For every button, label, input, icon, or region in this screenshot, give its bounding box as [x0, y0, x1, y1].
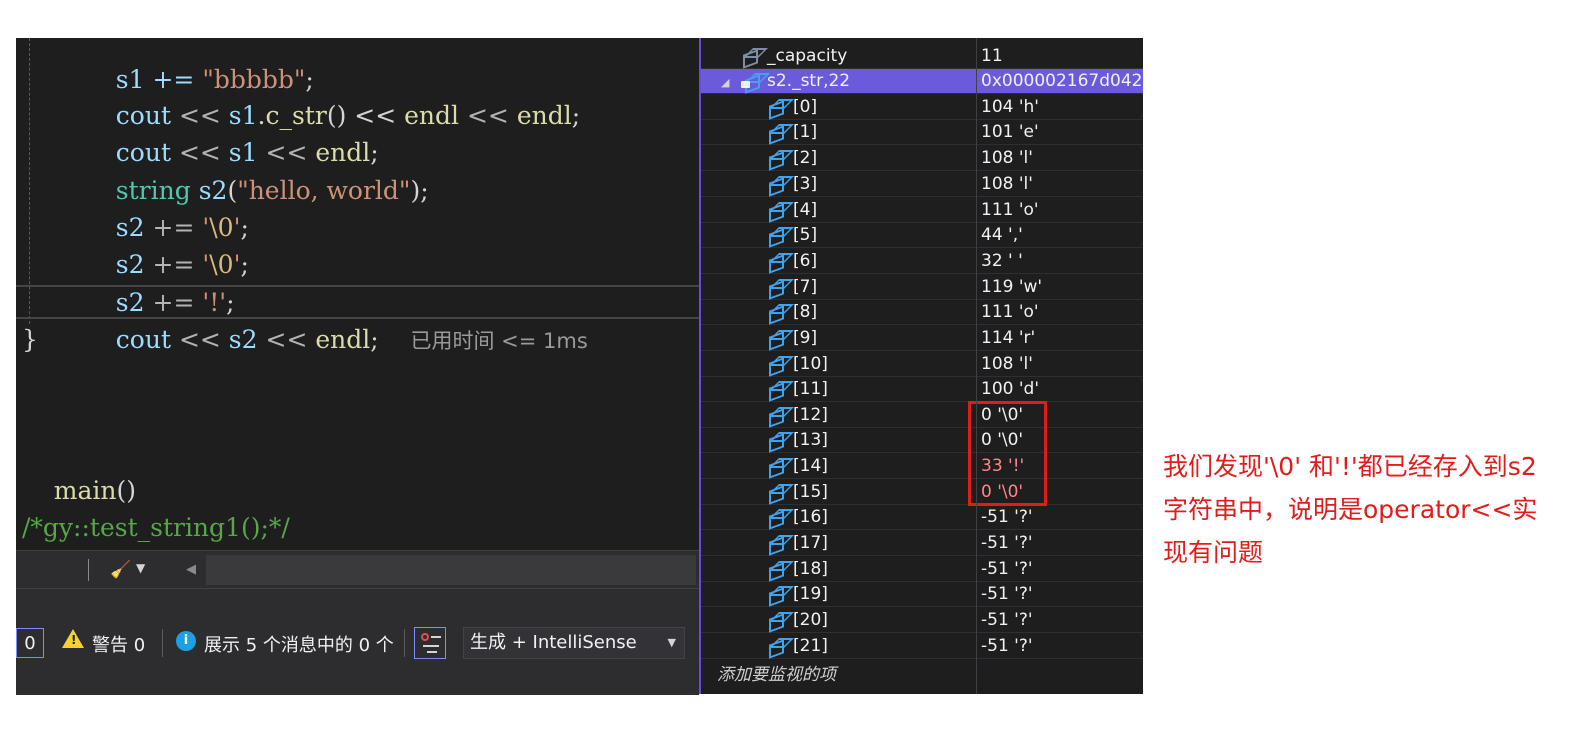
warning-count-button[interactable]: 警告 0	[92, 631, 145, 657]
messages-count-button[interactable]: 展示 5 个消息中的 0 个	[204, 631, 394, 657]
watch-row-element[interactable]: [11] 100 'd'	[701, 377, 1143, 402]
code-cleanup-brush-icon[interactable]: 🧹	[110, 560, 131, 580]
collapse-triangle-icon[interactable]: ◢	[721, 70, 729, 95]
field-icon	[741, 47, 768, 69]
filter-icon[interactable]	[414, 627, 446, 659]
code-line-comment[interactable]: /*gy::test_string1();*/	[22, 509, 290, 546]
watch-row-element[interactable]: [7] 119 'w'	[701, 275, 1143, 300]
red-highlight-box	[968, 401, 1047, 506]
watch-row-element[interactable]: [8] 111 'o'	[701, 300, 1143, 325]
element-icon	[767, 560, 794, 582]
watch-row-element[interactable]: [14] 33 '!'	[701, 454, 1143, 479]
watch-row-element[interactable]: [2] 108 'l'	[701, 146, 1143, 171]
error-list-bar: 0 ! 警告 0 i 展示 5 个消息中的 0 个 生成 + IntelliSe…	[16, 588, 699, 695]
watch-row-element[interactable]: [3] 108 'l'	[701, 172, 1143, 197]
watch-row-element[interactable]: [19] -51 '?'	[701, 582, 1143, 607]
separator	[404, 629, 405, 657]
code-line-8[interactable]: cout << s2 << endl; 已用时间 <= 1ms	[84, 284, 588, 354]
code-editor[interactable]: s1 += "bbbbb"; cout << s1.c_str() << end…	[16, 38, 699, 588]
element-icon	[767, 278, 794, 300]
code-line-2[interactable]: cout << s1.c_str() << endl << endl;	[84, 60, 580, 130]
watch-row-element[interactable]: [12] 0 '\0'	[701, 403, 1143, 428]
annotation-text: 我们发现'\0' 和'!'都已经存入到s2 字符串中，说明是operator<<…	[1163, 452, 1538, 567]
info-icon: i	[176, 631, 196, 651]
element-icon	[767, 585, 794, 607]
horizontal-scrollbar[interactable]	[206, 555, 696, 585]
code-line-7[interactable]: s2 += '!';	[84, 247, 235, 317]
watch-row-element[interactable]: [21] -51 '?'	[701, 634, 1143, 659]
element-icon	[767, 98, 794, 120]
code-line-main[interactable]: main()	[22, 435, 136, 505]
elapsed-time-hint: 已用时间 <= 1ms	[410, 329, 588, 353]
element-icon	[767, 457, 794, 479]
element-icon	[767, 637, 794, 659]
scroll-left-arrow-icon[interactable]: ◀	[186, 562, 196, 577]
element-icon	[767, 329, 794, 351]
element-icon	[767, 483, 794, 505]
element-icon	[767, 406, 794, 428]
watch-row-element[interactable]: [20] -51 '?'	[701, 608, 1143, 633]
watch-row-element[interactable]: [17] -51 '?'	[701, 531, 1143, 556]
element-icon	[767, 611, 794, 633]
separator	[162, 629, 163, 657]
watch-row-element[interactable]: [5] 44 ','	[701, 223, 1143, 248]
watch-row-element[interactable]: [18] -51 '?'	[701, 557, 1143, 582]
watch-row-element[interactable]: [1] 101 'e'	[701, 120, 1143, 145]
watch-row-element[interactable]: [13] 0 '\0'	[701, 428, 1143, 453]
watch-row-capacity[interactable]: _capacity 11	[701, 44, 1143, 69]
watch-row-element[interactable]: [6] 32 ' '	[701, 249, 1143, 274]
watch-row-element[interactable]: [16] -51 '?'	[701, 505, 1143, 530]
code-line-5[interactable]: s2 += '\0';	[84, 172, 249, 242]
code-line-6[interactable]: s2 += '\0';	[84, 209, 249, 279]
add-watch-input[interactable]: 添加要监视的项	[717, 660, 836, 685]
element-icon	[767, 303, 794, 325]
watch-row-element[interactable]: [10] 108 'l'	[701, 352, 1143, 377]
watch-window: _capacity 11 ◢ s2._str,22 0x000002167d04…	[701, 38, 1143, 694]
watch-row-element[interactable]: [0] 104 'h'	[701, 95, 1143, 120]
warning-icon: !	[62, 629, 84, 648]
element-icon	[767, 355, 794, 377]
code-line-1[interactable]: s1 += "bbbbb";	[84, 38, 314, 94]
chevron-down-icon[interactable]: ▼	[136, 561, 145, 575]
element-icon	[767, 149, 794, 171]
element-icon	[767, 226, 794, 248]
column-separator[interactable]	[976, 38, 977, 694]
element-icon	[767, 431, 794, 453]
chevron-down-icon: ▼	[667, 636, 676, 649]
indent-guide	[29, 38, 30, 324]
element-icon	[767, 123, 794, 145]
watch-row-s2-str[interactable]: ◢ s2._str,22 0x000002167d04231	[701, 69, 1143, 94]
watch-row-element[interactable]: [4] 111 'o'	[701, 198, 1143, 223]
watch-row-element[interactable]: [9] 114 'r'	[701, 326, 1143, 351]
error-count-button[interactable]: 0	[16, 628, 44, 658]
element-icon	[767, 175, 794, 197]
code-line-4[interactable]: string s2("hello, world");	[84, 135, 429, 205]
editor-toolbar: 🧹 ▼ ◀	[16, 550, 699, 588]
watch-row-element[interactable]: [15] 0 '\0'	[701, 480, 1143, 505]
element-icon	[767, 252, 794, 274]
code-line-closing-brace[interactable]: }	[22, 321, 38, 358]
lock-icon	[741, 81, 750, 88]
code-line-3[interactable]: cout << s1 << endl;	[84, 97, 379, 167]
element-icon	[767, 534, 794, 556]
element-icon	[767, 380, 794, 402]
element-icon	[767, 508, 794, 530]
build-filter-dropdown[interactable]: 生成 + IntelliSense ▼	[463, 627, 685, 659]
element-icon	[767, 201, 794, 223]
toolbar-separator	[88, 559, 89, 581]
